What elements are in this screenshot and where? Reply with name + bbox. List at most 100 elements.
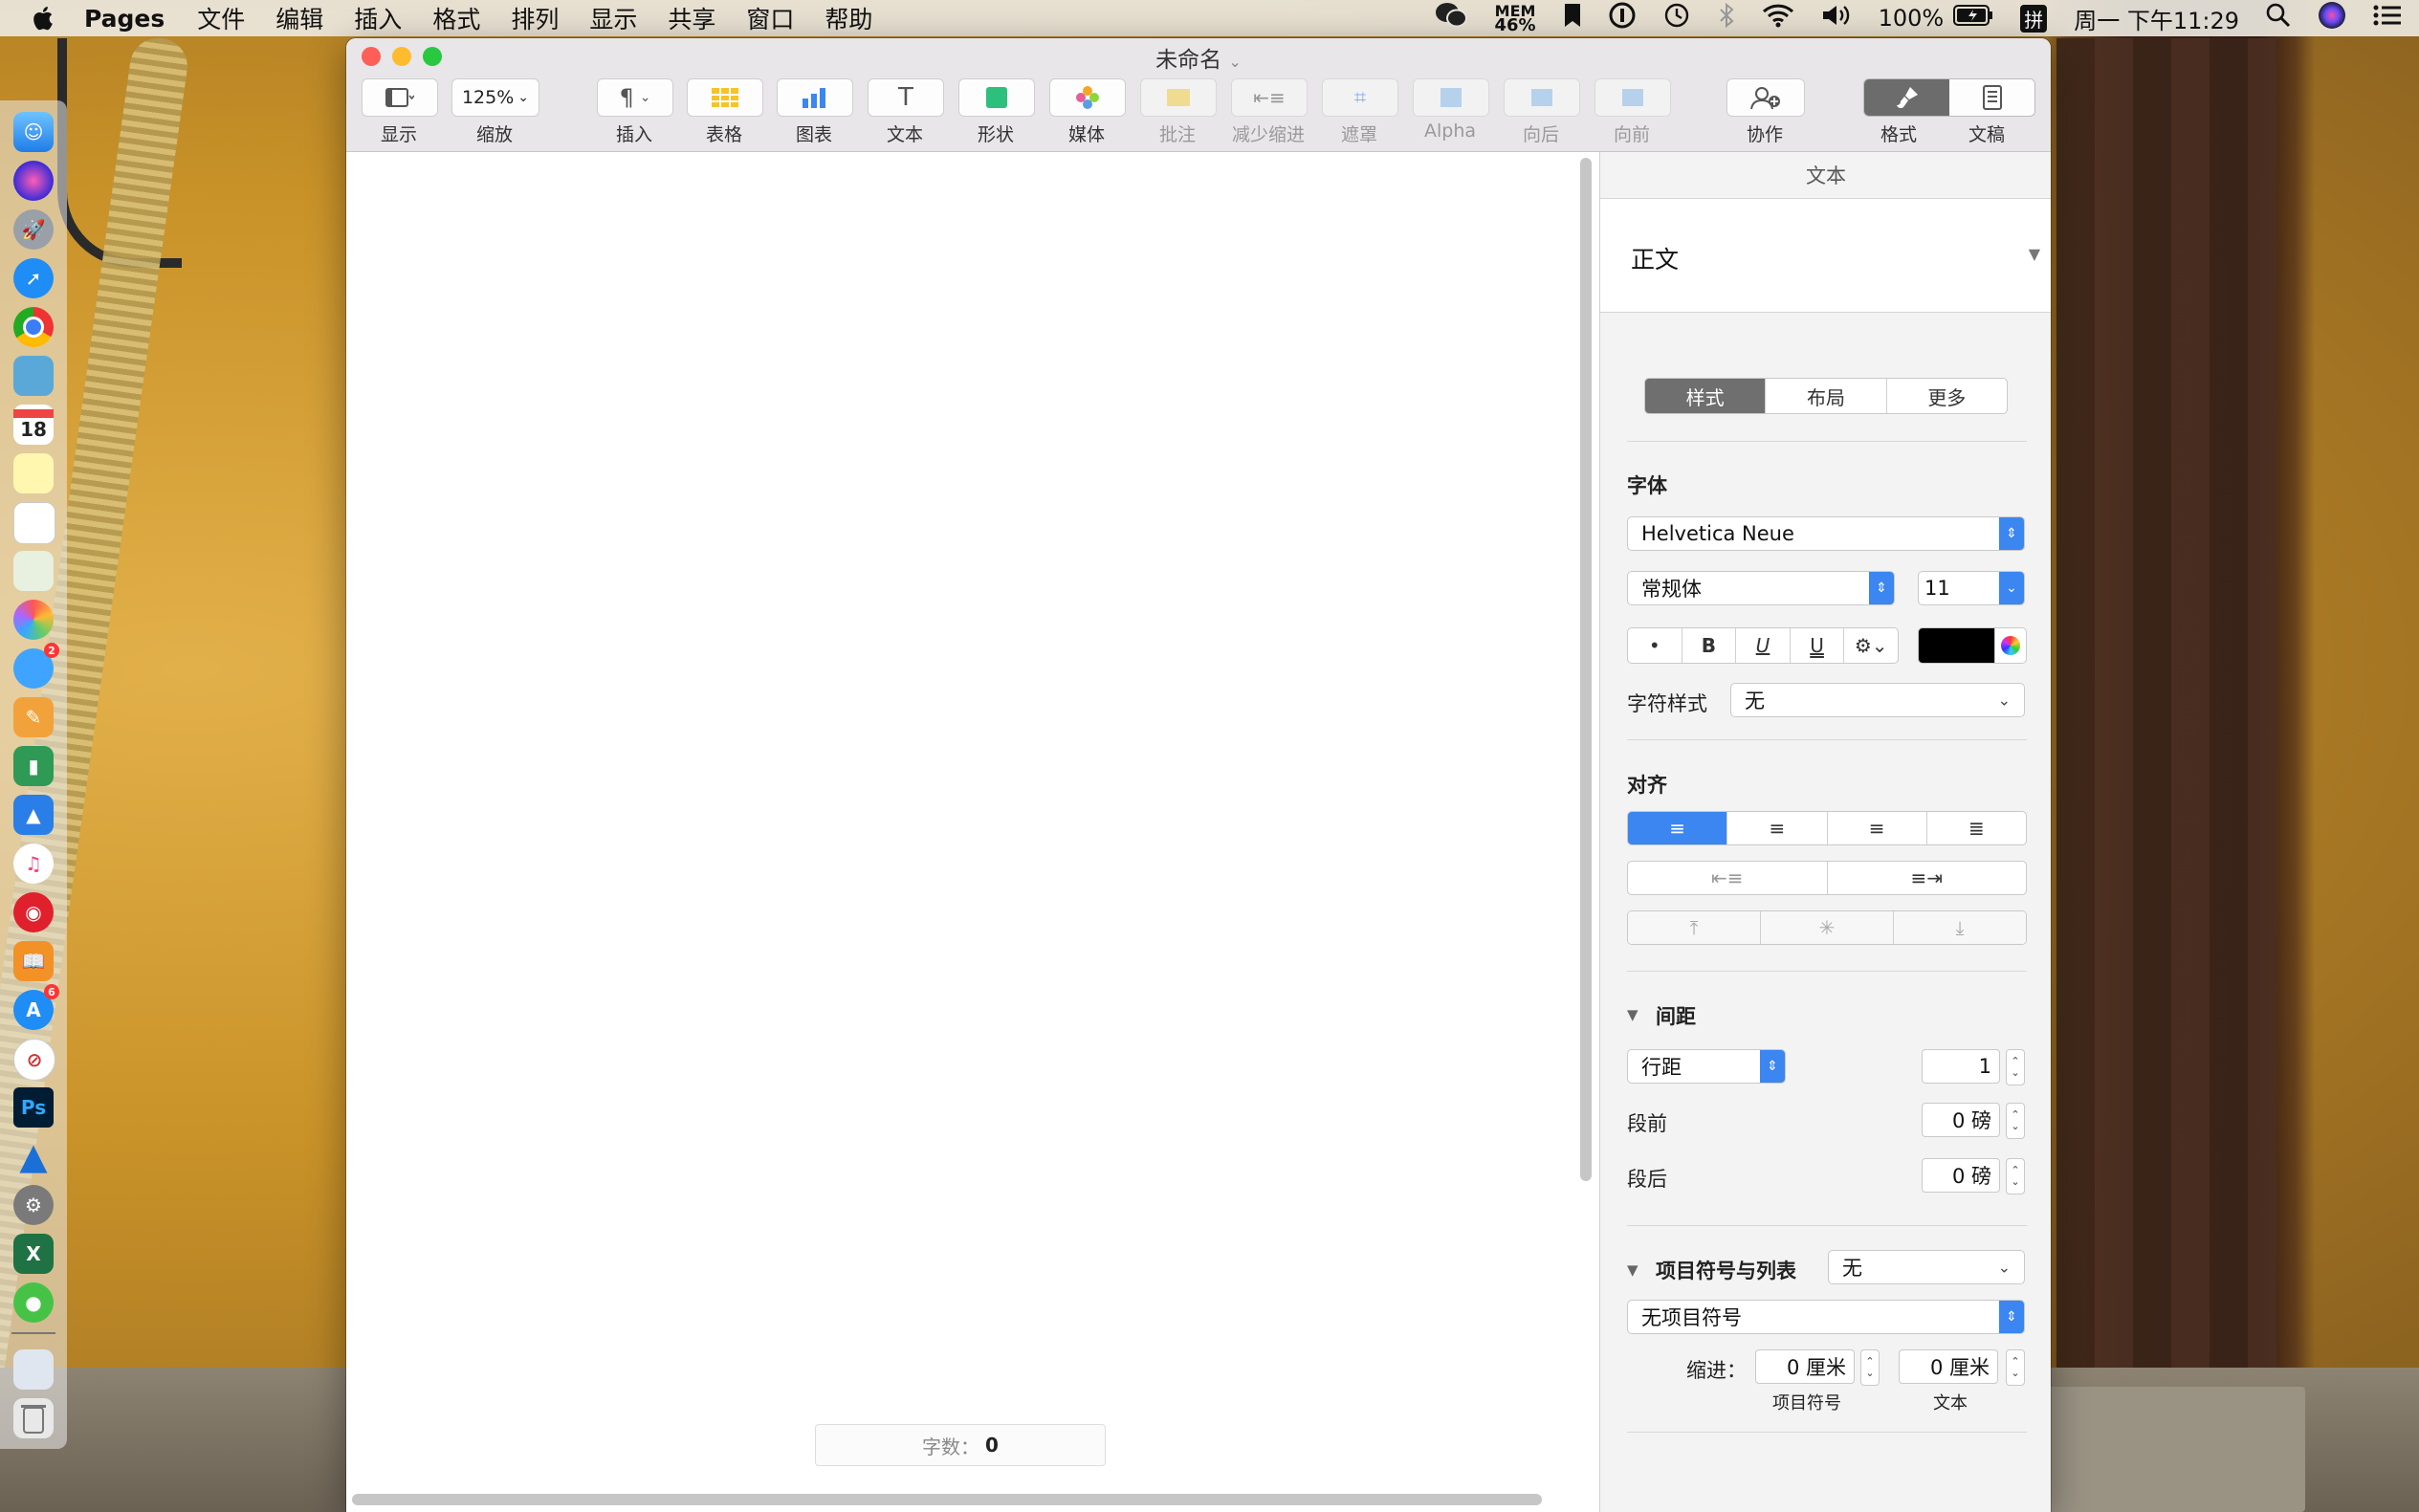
collaborate-button[interactable] (1726, 78, 1805, 117)
reminders-icon[interactable] (13, 502, 55, 544)
color-wheel-button[interactable] (1994, 627, 2027, 664)
menu-share[interactable]: 共享 (668, 1, 715, 35)
one-password-icon[interactable] (1609, 2, 1636, 34)
bullet-indent-field[interactable]: 0 厘米 (1755, 1349, 1855, 1384)
document-button[interactable] (1949, 79, 2034, 116)
books-icon[interactable]: 📖 (13, 941, 54, 981)
align-top-icon[interactable]: ⤒ (1628, 911, 1761, 944)
backward-button[interactable] (1504, 78, 1580, 117)
netease-music-icon[interactable]: ◉ (13, 892, 54, 932)
siri-dock-icon[interactable] (13, 161, 54, 201)
spotlight-search-icon[interactable] (2266, 3, 2291, 33)
align-right-icon[interactable]: ≡ (1828, 812, 1927, 844)
clock[interactable]: 周一 下午11:29 (2074, 2, 2239, 35)
pages-icon[interactable]: ✎ (13, 697, 54, 737)
disclosure-triangle-icon[interactable]: ▼ (1627, 1006, 1638, 1023)
space-after-field[interactable]: 0 磅 (1922, 1158, 2000, 1193)
line-spacing-field[interactable]: 1 (1922, 1049, 2000, 1084)
launchpad-icon[interactable]: 🚀 (13, 209, 54, 250)
decrease-indent-button[interactable]: ⇤≡ (1231, 78, 1308, 117)
text-indent-field[interactable]: 0 厘米 (1899, 1349, 1998, 1384)
alpha-button[interactable] (1413, 78, 1489, 117)
menu-window[interactable]: 窗口 (746, 1, 794, 35)
downloads-stack-icon[interactable] (13, 1349, 54, 1390)
font-weight-select[interactable]: 常规体 ⇕ (1627, 571, 1895, 605)
notes-icon[interactable] (13, 453, 54, 493)
text-box-button[interactable]: T (868, 78, 944, 117)
format-button[interactable] (1864, 79, 1949, 116)
no-entry-app-icon[interactable]: ⊘ (13, 1039, 55, 1081)
shape-button[interactable] (958, 78, 1035, 117)
menu-view[interactable]: 显示 (589, 1, 637, 35)
table-button[interactable] (687, 78, 763, 117)
affinity-icon[interactable]: ▲ (13, 1135, 54, 1177)
menu-app-name[interactable]: Pages (84, 5, 165, 33)
menu-format[interactable]: 格式 (432, 1, 480, 35)
align-bottom-icon[interactable]: ⤓ (1894, 911, 2026, 944)
tab-more[interactable]: 更多 (1887, 379, 2007, 413)
window-title[interactable]: 未命名 (1155, 48, 1221, 73)
font-family-select[interactable]: Helvetica Neue ⇕ (1627, 516, 2025, 551)
line-spacing-mode-select[interactable]: 行距 ⇕ (1627, 1049, 1786, 1084)
document-canvas[interactable] (346, 152, 1599, 1512)
space-before-stepper[interactable]: ⌃ ⌄ (2006, 1103, 2025, 1139)
gear-options-button[interactable]: ⚙⌄ (1844, 628, 1898, 663)
align-left-icon[interactable]: ≡ (1628, 812, 1728, 844)
italic-button[interactable]: U (1736, 628, 1791, 663)
siri-icon[interactable] (2318, 1, 2346, 35)
wifi-icon[interactable] (1762, 3, 1794, 33)
calendar-icon[interactable]: 18 (13, 405, 54, 445)
photoshop-icon[interactable]: Ps (13, 1087, 54, 1128)
bold-button[interactable]: B (1682, 628, 1737, 663)
text-color-well[interactable] (1918, 627, 1996, 664)
decrease-indent-icon[interactable]: ⇤≡ (1628, 862, 1828, 894)
title-chevron-icon[interactable]: ⌄ (1228, 53, 1241, 71)
horizontal-scrollbar[interactable] (352, 1494, 1542, 1505)
bullet-dot-icon[interactable]: • (1628, 628, 1682, 663)
double-underline-button[interactable]: U (1791, 628, 1845, 663)
bullet-type-select[interactable]: 无项目符号 ⇕ (1627, 1300, 2025, 1334)
battery-icon[interactable] (1953, 4, 1993, 33)
photos-icon[interactable] (13, 600, 54, 640)
increase-indent-icon[interactable]: ≡⇥ (1828, 862, 2027, 894)
safari-icon[interactable]: ➚ (13, 258, 54, 298)
battery-percent[interactable]: 100% (1879, 5, 1945, 32)
preview-icon[interactable] (13, 356, 54, 396)
system-preferences-icon[interactable]: ⚙ (13, 1185, 54, 1225)
numbers-icon[interactable]: ▮ (13, 746, 54, 786)
bookmark-icon[interactable] (1563, 3, 1582, 33)
zoom-select[interactable]: 125% ⌄ (451, 78, 539, 117)
volume-icon[interactable] (1821, 3, 1852, 33)
menu-edit[interactable]: 编辑 (275, 1, 323, 35)
text-indent-stepper[interactable]: ⌃ ⌄ (2006, 1349, 2025, 1386)
trash-icon[interactable] (13, 1398, 54, 1438)
align-justify-icon[interactable]: ≣ (1927, 812, 2026, 844)
insert-button[interactable]: ¶ ⌄ (597, 78, 673, 117)
paragraph-style-picker[interactable]: 正文 ▼ (1600, 199, 2051, 313)
font-size-field[interactable]: 11 ⌄ (1918, 571, 2025, 605)
messages-icon[interactable]: 2 (13, 643, 59, 689)
music-icon[interactable]: ♫ (13, 844, 54, 884)
vertical-scrollbar[interactable] (1580, 158, 1592, 1181)
media-button[interactable] (1049, 78, 1126, 117)
app-store-icon[interactable]: A 6 (13, 984, 59, 1030)
keynote-icon[interactable]: ▲ (13, 795, 54, 835)
list-style-select[interactable]: 无 ⌄ (1828, 1250, 2025, 1284)
finder-icon[interactable]: ☺ (13, 112, 54, 152)
comment-button[interactable] (1140, 78, 1217, 117)
character-style-select[interactable]: 无 ⌄ (1730, 683, 2025, 717)
forward-button[interactable] (1594, 78, 1671, 117)
wechat-status-icon[interactable] (1435, 2, 1468, 34)
chrome-icon[interactable] (13, 307, 54, 347)
time-machine-icon[interactable] (1662, 2, 1691, 34)
tab-layout[interactable]: 布局 (1766, 379, 1887, 413)
apple-menu-icon[interactable] (29, 5, 55, 32)
notification-center-icon[interactable] (2373, 4, 2402, 33)
input-method-indicator[interactable]: 拼 (2020, 4, 2048, 33)
space-after-stepper[interactable]: ⌃ ⌄ (2006, 1158, 2025, 1194)
align-middle-icon[interactable]: ✳ (1761, 911, 1894, 944)
menu-file[interactable]: 文件 (197, 1, 245, 35)
menu-arrange[interactable]: 排列 (511, 1, 559, 35)
chart-button[interactable] (777, 78, 853, 117)
excel-icon[interactable]: X (13, 1234, 54, 1274)
